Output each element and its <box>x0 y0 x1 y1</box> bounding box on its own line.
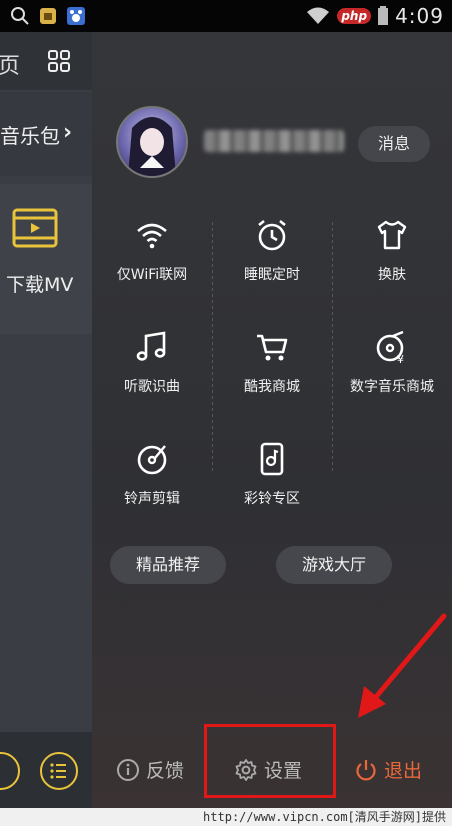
feedback-label: 反馈 <box>146 760 185 782</box>
menu-label: 酷我商城 <box>244 379 300 395</box>
watermark: http://www.vipcn.com[清风手游网]提供 <box>0 808 452 826</box>
menu-item-sleep-timer[interactable]: 睡眠定时 <box>212 218 332 284</box>
power-icon <box>356 759 376 780</box>
menu-item-color-ring[interactable]: 彩铃专区 <box>212 442 332 508</box>
alarm-clock-icon <box>258 219 286 251</box>
settings-highlight-box <box>204 724 336 798</box>
play-circle-icon[interactable] <box>0 752 20 790</box>
search-icon <box>11 7 29 25</box>
menu-item-kuwo-store[interactable]: 酷我商城 <box>212 330 332 396</box>
download-mv-tile[interactable]: 下载MV <box>0 184 92 334</box>
grid-icon[interactable] <box>48 50 70 72</box>
music-pack-label: 音乐包 <box>0 124 60 148</box>
download-mv-label: 下载MV <box>6 274 74 296</box>
feedback-button[interactable]: 反馈 <box>116 756 184 783</box>
username-blurred <box>204 130 344 152</box>
tshirt-icon <box>377 220 407 250</box>
status-bar: php 4:09 <box>0 0 452 32</box>
background-bottom-bar <box>0 732 92 808</box>
phone-music-icon <box>260 442 284 476</box>
menu-label: 仅WiFi联网 <box>116 267 188 283</box>
menu-item-ringtone-edit[interactable]: 铃声剪辑 <box>92 442 212 508</box>
message-button[interactable]: 消息 <box>358 126 430 162</box>
music-note-icon <box>136 331 166 361</box>
avatar[interactable] <box>116 106 188 178</box>
exit-label: 退出 <box>384 760 423 782</box>
music-pack-row[interactable]: 音乐包 › <box>0 92 92 176</box>
menu-label: 睡眠定时 <box>244 267 300 283</box>
list-icon <box>50 763 66 779</box>
menu-label: 换肤 <box>378 267 406 283</box>
info-icon <box>117 758 139 781</box>
red-arrow-annotation <box>358 613 447 718</box>
watermark-text: http://www.vipcn.com[清风手游网]提供 <box>203 810 446 824</box>
menu-item-wifi-only[interactable]: 仅WiFi联网 <box>92 218 212 284</box>
menu-label: 彩铃专区 <box>244 491 300 507</box>
game-hall-button[interactable]: 游戏大厅 <box>276 546 392 584</box>
exit-button[interactable]: 退出 <box>354 756 422 783</box>
svg-text:¥: ¥ <box>397 353 404 364</box>
battery-icon <box>378 6 389 25</box>
background-header: 页 <box>0 32 92 90</box>
chevron-right-icon: › <box>63 120 73 145</box>
side-drawer: 消息 仅WiFi联网 睡眠定时 换肤 听歌识曲 酷我商城 ¥ 数字音乐商城 铃声… <box>92 32 452 808</box>
paw-icon <box>67 7 85 25</box>
digital-music-icon: ¥ <box>376 330 404 364</box>
menu-item-skin[interactable]: 换肤 <box>332 218 452 284</box>
avatar-image <box>128 117 176 176</box>
menu-label: 听歌识曲 <box>124 379 180 395</box>
film-icon <box>12 208 58 248</box>
playlist-icon[interactable] <box>40 752 78 790</box>
status-time: 4:09 <box>395 4 444 28</box>
status-icons-left <box>10 6 86 26</box>
recommend-button[interactable]: 精品推荐 <box>110 546 226 584</box>
wifi-signal-icon <box>307 7 330 24</box>
menu-label: 数字音乐商城 <box>350 379 434 395</box>
shopping-cart-icon <box>257 334 288 361</box>
status-icons-right: php 4:09 <box>305 4 444 28</box>
background-page: 页 音乐包 › 下载MV <box>0 32 92 808</box>
php-badge: php <box>337 8 372 24</box>
menu-item-song-recognition[interactable]: 听歌识曲 <box>92 330 212 396</box>
ringtone-disc-icon <box>137 445 167 475</box>
app-notification-icon <box>40 8 56 24</box>
background-title-fragment: 页 <box>0 54 21 79</box>
menu-label: 铃声剪辑 <box>124 491 180 507</box>
menu-item-digital-music-store[interactable]: ¥ 数字音乐商城 <box>332 330 452 396</box>
wifi-icon <box>137 223 167 249</box>
